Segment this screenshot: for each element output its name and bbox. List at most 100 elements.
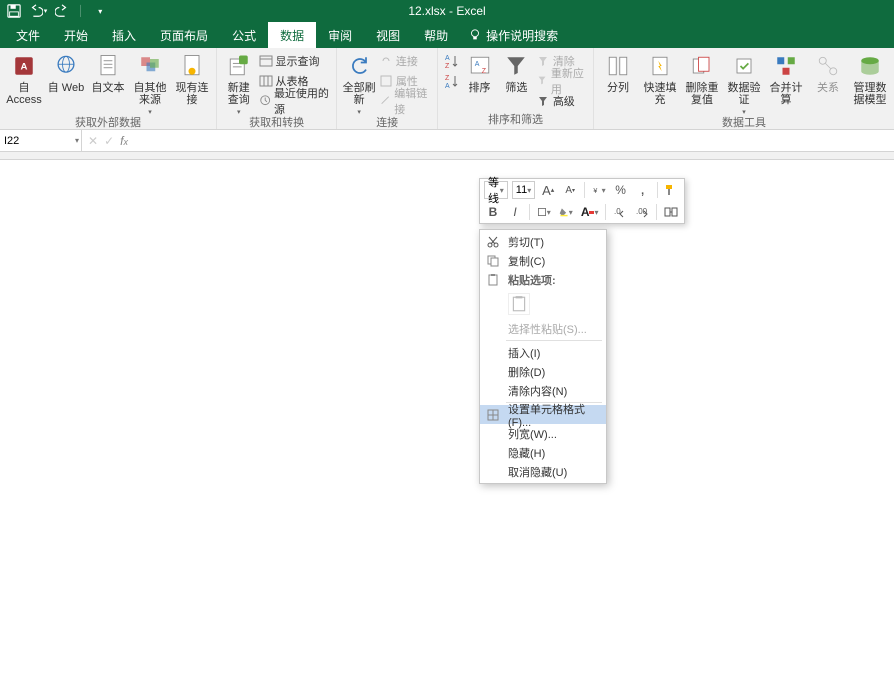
new-query-button[interactable]: 新建 查询 ▾ [221,50,257,116]
menu-item-label: 插入(I) [508,345,540,361]
label: 高级 [553,93,575,109]
from-web-button[interactable]: 自 Web [46,50,86,94]
label: 连接 [396,53,418,69]
label: 自其他来源 [130,82,170,106]
menu-item-label: 清除内容(N) [508,383,567,399]
edit-links-button[interactable]: 编辑链接 [379,92,433,110]
fx-button[interactable]: fx [120,134,128,148]
from-access-button[interactable]: A 自 Access [4,50,44,106]
tab-help[interactable]: 帮助 [412,22,460,48]
shrink-font-button[interactable]: A▾ [561,181,579,199]
cut-icon [486,235,500,249]
cancel-formula-button[interactable]: ✕ [88,134,98,148]
font-color-button[interactable]: A▾ [579,203,601,221]
ctx-设置单元格格式F[interactable]: 设置单元格格式(F)... [480,405,606,424]
existing-connections-button[interactable]: 现有连接 [172,50,212,106]
data-model-icon [856,52,884,80]
tab-file[interactable]: 文件 [4,22,52,48]
data-validation-button[interactable]: 数据验证 ▾ [724,50,764,116]
filter-button[interactable]: 筛选 [499,50,534,94]
chevron-down-icon: ▾ [594,208,598,217]
tab-view[interactable]: 视图 [364,22,412,48]
ctx-隐藏H[interactable]: 隐藏(H) [480,443,606,462]
italic-button[interactable]: I [506,203,524,221]
menu-item-label: 取消隐藏(U) [508,464,567,480]
from-other-sources-button[interactable]: 自其他来源 ▾ [130,50,170,116]
filter-icon [502,52,530,80]
tab-formulas[interactable]: 公式 [220,22,268,48]
ribbon-group-connections: 全部刷新 ▾ 连接 属性 编辑链接 连接 [337,48,438,129]
redo-icon [55,4,69,18]
bold-button[interactable]: B [484,203,502,221]
sort-button[interactable]: AZ 排序 [462,50,497,94]
relationships-button[interactable]: 关系 [808,50,848,94]
reapply-icon [536,74,548,86]
name-box[interactable]: I22 ▾ [0,130,82,151]
tab-layout[interactable]: 页面布局 [148,22,220,48]
connections-button[interactable]: 连接 [379,52,433,70]
ribbon-group-get-transform: 新建 查询 ▾ 显示查询 从表格 最近使用的源 获取和转换 [217,48,337,129]
refresh-icon [345,52,373,80]
advanced-filter-button[interactable]: 高级 [536,92,589,110]
label: 显示查询 [276,53,320,69]
sort-asc-button[interactable]: AZ [442,52,460,70]
ctx-删除D[interactable]: 删除(D) [480,362,606,381]
remove-duplicates-button[interactable]: 删除重复值 [682,50,722,106]
menu-item-label: 隐藏(H) [508,445,545,461]
save-button[interactable] [4,1,24,21]
menu-item-label: 复制(C) [508,253,545,269]
fill-color-button[interactable]: ▾ [557,203,575,221]
chevron-down-icon: ▾ [500,186,504,195]
grow-font-button[interactable]: A▴ [539,181,557,199]
consolidate-button[interactable]: 合并计算 [766,50,806,106]
existing-conn-icon [178,52,206,80]
font-size-select[interactable]: 11▾ [512,181,535,199]
increase-decimal-button[interactable]: .00 [633,203,651,221]
label: 自 Web [48,82,84,94]
ctx-取消隐藏U[interactable]: 取消隐藏(U) [480,462,606,481]
show-queries-button[interactable]: 显示查询 [259,52,333,70]
font-family-select[interactable]: 等线▾ [484,181,508,199]
enter-formula-button[interactable]: ✓ [104,134,114,148]
tab-review[interactable]: 审阅 [316,22,364,48]
accounting-format-button[interactable]: ¥▾ [590,181,608,199]
ctx-列宽W[interactable]: 列宽(W)... [480,424,606,443]
tab-data[interactable]: 数据 [268,22,316,48]
tell-me[interactable]: 操作说明搜索 [468,22,558,48]
percent-button[interactable]: % [612,181,630,199]
format-cells-icon [486,408,500,422]
redo-button[interactable] [52,1,72,21]
border-button[interactable]: ▾ [535,203,553,221]
svg-text:Z: Z [481,68,486,75]
text-to-columns-button[interactable]: 分列 [598,50,638,94]
chevron-down-icon: ▾ [602,186,606,195]
ctx-剪切T[interactable]: 剪切(T) [480,232,606,251]
from-text-button[interactable]: 自文本 [88,50,128,94]
context-menu: 剪切(T)复制(C)粘贴选项:选择性粘贴(S)...插入(I)删除(D)清除内容… [479,229,607,484]
formula-input[interactable] [134,130,894,151]
quick-access-toolbar: ▾ │ ▾ [4,1,110,21]
refresh-all-button[interactable]: 全部刷新 ▾ [341,50,377,116]
paste-option-default[interactable] [508,293,530,315]
tab-insert[interactable]: 插入 [100,22,148,48]
sort-desc-button[interactable]: ZA [442,72,460,90]
qat-customize[interactable]: ▾ [90,1,110,21]
ctx-清除内容N[interactable]: 清除内容(N) [480,381,606,400]
data-model-button[interactable]: 管理数据模型 [850,50,890,106]
svg-text:¥: ¥ [593,187,597,195]
ctx-插入I[interactable]: 插入(I) [480,343,606,362]
merge-button[interactable] [662,203,680,221]
format-painter-button[interactable] [662,181,680,199]
tab-home[interactable]: 开始 [52,22,100,48]
comma-style-button[interactable]: , [634,181,652,199]
edit-link-icon [379,94,391,106]
decrease-decimal-button[interactable]: .0 [611,203,629,221]
label: 排序 [469,82,491,94]
recent-sources-button[interactable]: 最近使用的源 [259,92,333,110]
chevron-down-icon: ▾ [547,208,551,217]
flash-fill-button[interactable]: 快速填充 [640,50,680,106]
ctx-复制C[interactable]: 复制(C) [480,251,606,270]
validation-icon [730,52,758,80]
undo-button[interactable]: ▾ [28,1,48,21]
reapply-button[interactable]: 重新应用 [536,72,589,90]
